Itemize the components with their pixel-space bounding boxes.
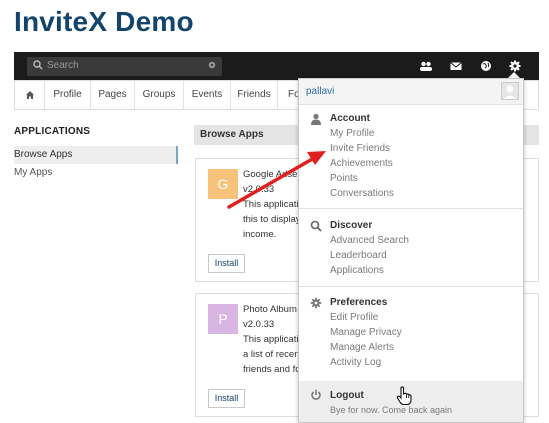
annotation-arrow: [227, 151, 326, 209]
hand-cursor-icon: [396, 386, 412, 406]
